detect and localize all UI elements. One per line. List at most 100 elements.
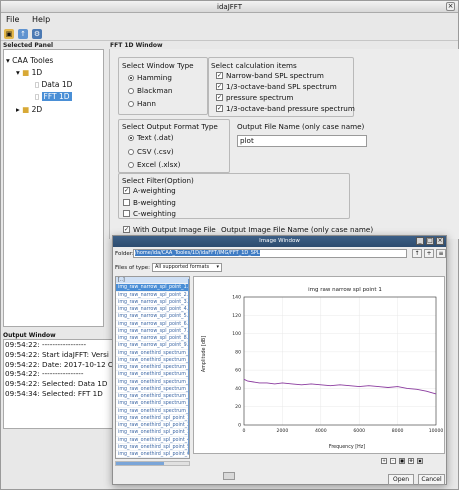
open-folder-icon[interactable]: ▣ <box>4 28 14 39</box>
scroll-thumb[interactable] <box>116 462 164 465</box>
radio-icon[interactable] <box>128 161 134 168</box>
dialog-window-buttons: _ □ × <box>416 237 444 245</box>
log-line: 09:54:22: Selected: Data 1D <box>5 379 108 389</box>
files-type-select[interactable]: All supported formats ▾ <box>152 263 222 272</box>
up-folder-icon[interactable]: ↑ <box>412 249 422 258</box>
collapse-arrow-icon[interactable]: ▾ <box>6 56 10 65</box>
new-folder-icon[interactable]: + <box>424 249 434 258</box>
radio-selected-icon[interactable] <box>128 74 134 81</box>
check-a-weighting[interactable]: ✓ A-weighting <box>123 186 176 195</box>
file-list-item[interactable]: img_raw_narrow_spl_point_3.png <box>116 299 189 306</box>
tree-data1d-node[interactable]: ▯ Data 1D <box>35 80 72 89</box>
check-b-weighting[interactable]: B-weighting <box>123 198 176 207</box>
check-pressure-spectrum[interactable]: ✓ pressure spectrum <box>216 93 293 102</box>
list-resize-handle[interactable] <box>223 472 235 480</box>
check-octave-pressure[interactable]: ✓ 1/3-octave-band pressure spectrum <box>216 104 355 113</box>
collapse-arrow-icon[interactable]: ▾ <box>16 68 20 77</box>
list-view-icon[interactable]: ≡ <box>436 249 446 258</box>
file-list-vertical-scrollbar[interactable] <box>188 279 189 454</box>
pan-icon[interactable]: ✥ <box>408 458 414 464</box>
open-button[interactable]: Open <box>388 474 414 485</box>
preview-toolbar: + - ■ ✥ ▣ <box>381 458 423 464</box>
cancel-button[interactable]: Cancel <box>418 474 445 485</box>
tree-fft1d-node[interactable]: ▯ FFT 1D <box>35 92 72 101</box>
output-format-label: Select Output Format Type <box>122 122 218 131</box>
maximize-icon[interactable]: □ <box>426 237 434 245</box>
file-list-item[interactable]: img_raw_onethird_spectrum_5.png <box>116 379 189 386</box>
file-list-item[interactable]: img_raw_onethird_spectrum_2.png <box>116 357 189 364</box>
radio-text-dat[interactable]: Text (.dat) <box>128 133 174 142</box>
check-output-image-label: With Output Image File <box>133 225 216 234</box>
checkbox-icon[interactable] <box>123 210 130 217</box>
output-file-input[interactable]: plot <box>237 135 367 147</box>
tree-data1d-label: Data 1D <box>41 80 73 89</box>
file-list-item[interactable]: img_raw_narrow_spl_point_5.png <box>116 313 189 321</box>
save-icon[interactable]: ▣ <box>417 458 423 464</box>
file-list-item[interactable]: img_raw_onethird_spectrum_3.png <box>116 364 189 372</box>
file-list-item[interactable]: img_raw_onethird_spectrum_7.png <box>116 393 189 401</box>
file-list-item[interactable]: img_raw_onethird_spectrum_9.png <box>116 408 189 415</box>
check-a-weighting-label: A-weighting <box>133 186 176 195</box>
radio-excel[interactable]: Excel (.xlsx) <box>128 160 180 169</box>
export-icon[interactable]: ↑ <box>18 28 28 39</box>
check-c-weighting[interactable]: C-weighting <box>123 209 176 218</box>
file-list-item[interactable]: img_raw_onethird_spectrum_6.png <box>116 386 189 393</box>
folder-icon: ■ <box>22 105 30 114</box>
file-list-item[interactable]: img_raw_onethird_spl_point_1.png <box>116 415 189 422</box>
close-button[interactable]: × <box>446 2 455 11</box>
file-list-item[interactable]: img_raw_onethird_spl_point_5.png <box>116 444 189 451</box>
check-output-image[interactable]: ✓ With Output Image File <box>123 225 216 234</box>
fit-icon[interactable]: ■ <box>399 458 405 464</box>
checkbox-checked-icon[interactable]: ✓ <box>216 105 223 112</box>
checkbox-icon[interactable] <box>123 199 130 206</box>
title-bar: idaJFFT × <box>1 1 458 13</box>
file-list-item[interactable]: img_raw_onethird_spl_point_2.png <box>116 422 189 430</box>
file-list-item[interactable]: img_raw_narrow_spl_point_6.png <box>116 321 189 328</box>
check-octave-spl[interactable]: ✓ 1/3-octave-band SPL spectrum <box>216 82 337 91</box>
radio-csv[interactable]: CSV (.csv) <box>128 147 174 156</box>
file-list-item[interactable]: img_raw_narrow_spl_point_8.png <box>116 335 189 343</box>
minimize-icon[interactable]: _ <box>416 237 424 245</box>
dropdown-arrow-icon[interactable]: ▾ <box>216 264 219 271</box>
radio-selected-icon[interactable] <box>128 134 134 141</box>
chart-y-tick-label: 0 <box>238 423 241 429</box>
checkbox-checked-icon[interactable]: ✓ <box>123 226 130 233</box>
file-list-item[interactable]: img_raw_narrow_spl_point_4.png <box>116 306 189 314</box>
file-list-item[interactable]: img_raw_onethird_spectrum_8.png <box>116 400 189 408</box>
file-list-item[interactable]: img_raw_onethird_spl_point_4.png <box>116 437 189 444</box>
radio-icon[interactable] <box>128 148 134 155</box>
tree-1d-node[interactable]: ▾ ■ 1D <box>16 68 42 77</box>
folder-path-input[interactable]: /home/ida/CAA_Tooles/1D/idaFFT/IMG/FFT_1… <box>133 249 407 258</box>
tree-root-node[interactable]: ▾ CAA Tooles <box>6 56 53 65</box>
file-list-item[interactable]: img_raw_narrow_spl_point_2.png <box>116 292 189 299</box>
check-narrow-spl[interactable]: ✓ Narrow-band SPL spectrum <box>216 71 324 80</box>
folder-icon: ■ <box>22 68 30 77</box>
chart-y-tick-label: 20 <box>235 404 241 410</box>
checkbox-checked-icon[interactable]: ✓ <box>216 83 223 90</box>
menu-help[interactable]: Help <box>32 15 50 24</box>
checkbox-checked-icon[interactable]: ✓ <box>216 72 223 79</box>
checkbox-checked-icon[interactable]: ✓ <box>216 94 223 101</box>
file-list-item[interactable]: img_raw_onethird_spectrum_4.png <box>116 371 189 379</box>
file-list-parent[interactable]: [..] <box>116 277 189 285</box>
radio-hamming[interactable]: Hamming <box>128 73 172 82</box>
expand-arrow-icon[interactable]: ▸ <box>16 105 20 114</box>
radio-icon[interactable] <box>128 87 134 94</box>
close-icon[interactable]: × <box>436 237 444 245</box>
radio-hann[interactable]: Hann <box>128 99 156 108</box>
zoom-in-icon[interactable]: + <box>381 458 387 464</box>
file-list-item[interactable]: img_raw_narrow_spl_point_1.png <box>116 284 189 292</box>
radio-icon[interactable] <box>128 100 134 107</box>
tree-2d-node[interactable]: ▸ ■ 2D <box>16 105 42 114</box>
settings-icon[interactable]: ⚙ <box>32 28 42 39</box>
file-list-scrollbar[interactable] <box>115 461 190 466</box>
file-list-item[interactable]: img_raw_narrow_spl_point_9.png <box>116 342 189 350</box>
file-list-item[interactable]: img_raw_narrow_spl_point_7.png <box>116 328 189 335</box>
file-list-item[interactable]: img_raw_onethird_spl_point_3.png <box>116 429 189 437</box>
menu-file[interactable]: File <box>6 15 19 24</box>
checkbox-checked-icon[interactable]: ✓ <box>123 187 130 194</box>
file-list-item[interactable]: img_raw_onethird_spectrum_1.png <box>116 350 189 357</box>
file-list-item[interactable]: img_raw_onethird_spl_point_6.png <box>116 451 189 458</box>
zoom-out-icon[interactable]: - <box>390 458 396 464</box>
radio-blackman[interactable]: Blackman <box>128 86 172 95</box>
